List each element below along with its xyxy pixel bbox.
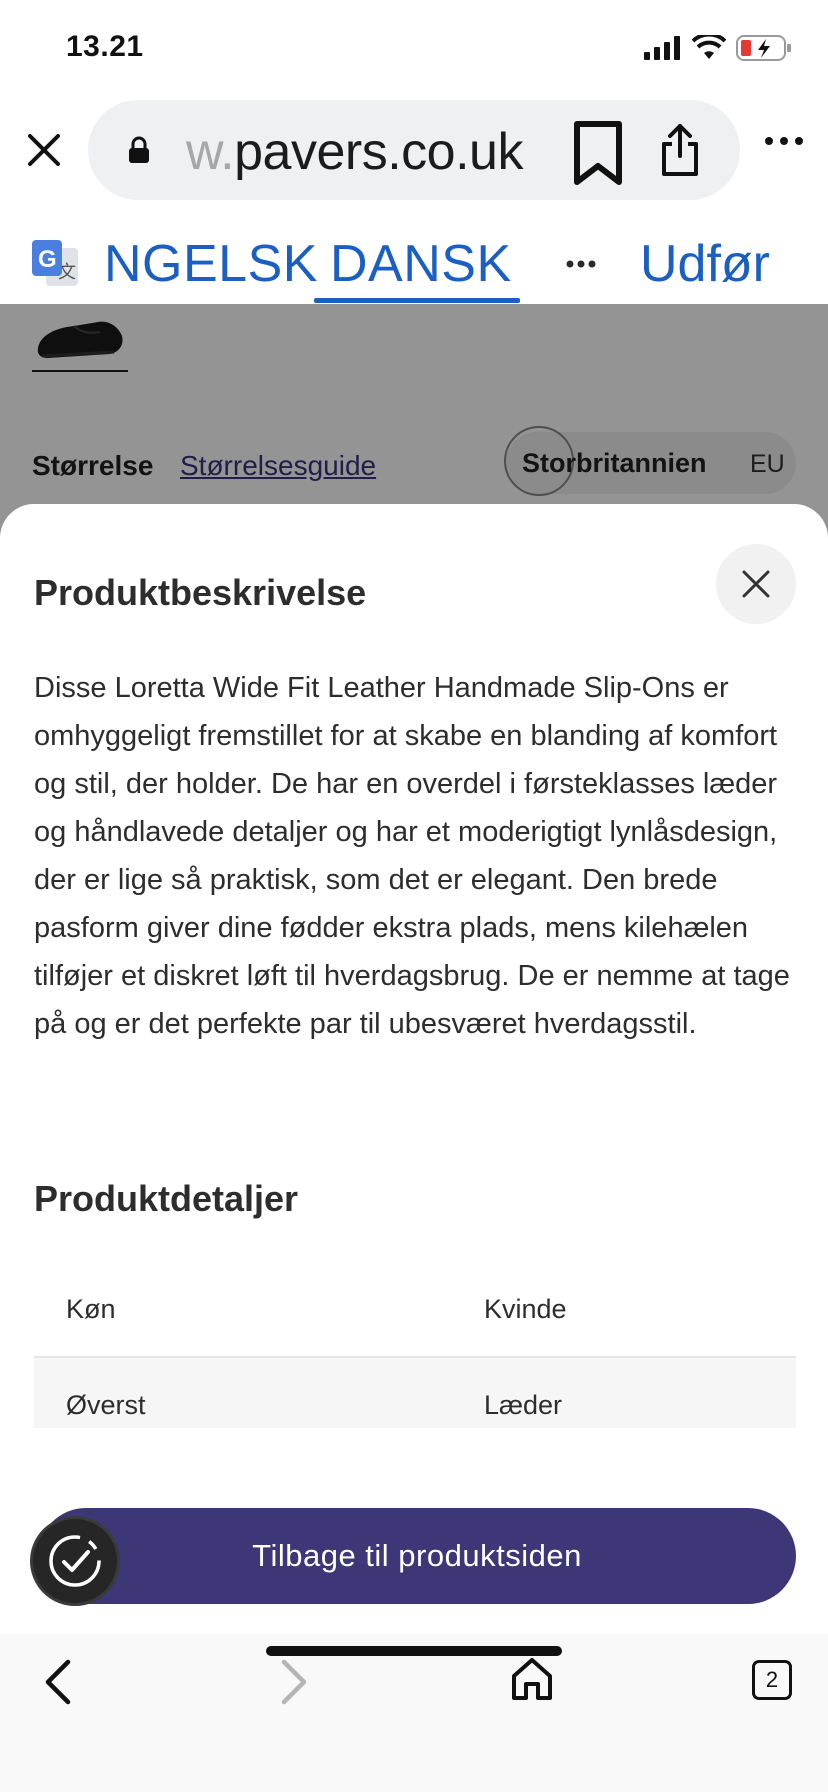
battery-icon	[736, 35, 791, 61]
accessibility-badge[interactable]	[30, 1516, 120, 1606]
target-language-tab[interactable]: DANSK	[330, 234, 512, 294]
checkmark-badge-icon	[49, 1535, 101, 1587]
product-description-text: Disse Loretta Wide Fit Leather Handmade …	[34, 672, 790, 1040]
details-table: Køn Kvinde Øverst Læder	[34, 1262, 796, 1428]
more-options-icon[interactable]	[764, 136, 804, 146]
source-language-tab[interactable]: NGELSK	[104, 234, 318, 294]
sheet-close-button[interactable]	[716, 544, 796, 624]
translate-done-button[interactable]: Udfør	[640, 234, 770, 294]
status-time: 13.21	[66, 30, 144, 63]
share-icon[interactable]	[660, 122, 700, 178]
address-bar[interactable]: w.pavers.co.uk	[88, 100, 740, 200]
translate-more-icon[interactable]	[566, 260, 596, 268]
wifi-icon	[692, 35, 726, 59]
home-indicator	[266, 1646, 562, 1656]
product-description-sheet: Produktbeskrivelse Disse Loretta Wide Fi…	[0, 504, 828, 1634]
url-faded: w.	[186, 123, 235, 181]
back-to-product-label: Tilbage til produktsiden	[252, 1538, 582, 1573]
close-icon	[742, 570, 770, 598]
back-to-product-button[interactable]: Tilbage til produktsiden	[38, 1508, 796, 1604]
url-text: w.pavers.co.uk	[186, 122, 636, 182]
translate-bar: 文 G NGELSK DANSK Udfør	[0, 206, 828, 304]
active-tab-indicator	[314, 298, 520, 303]
detail-key: Køn	[66, 1294, 116, 1324]
browser-toolbar: w.pavers.co.uk	[0, 96, 828, 206]
table-row: Køn Kvinde	[34, 1262, 796, 1358]
google-translate-icon[interactable]: 文 G	[32, 240, 80, 288]
close-icon[interactable]	[20, 126, 68, 174]
bookmark-icon[interactable]	[572, 120, 624, 186]
table-row: Øverst Læder	[34, 1358, 796, 1428]
back-icon[interactable]	[40, 1658, 74, 1706]
status-icons	[644, 34, 792, 62]
browser-bottom-nav: 2	[0, 1634, 828, 1792]
url-domain: pavers.co.uk	[234, 123, 523, 181]
detail-key: Øverst	[66, 1390, 146, 1420]
forward-icon[interactable]	[278, 1658, 312, 1706]
detail-value: Kvinde	[484, 1294, 567, 1324]
sheet-title: Produktbeskrivelse	[34, 572, 367, 613]
signal-icon	[644, 36, 680, 60]
home-icon[interactable]	[510, 1656, 554, 1702]
tab-count: 2	[765, 1667, 779, 1692]
status-bar: 13.21	[0, 0, 828, 96]
tabs-button[interactable]: 2	[752, 1660, 792, 1700]
lock-icon	[129, 136, 149, 163]
details-title: Produktdetaljer	[34, 1178, 299, 1219]
svg-text:G: G	[38, 246, 57, 273]
detail-value: Læder	[484, 1390, 563, 1420]
